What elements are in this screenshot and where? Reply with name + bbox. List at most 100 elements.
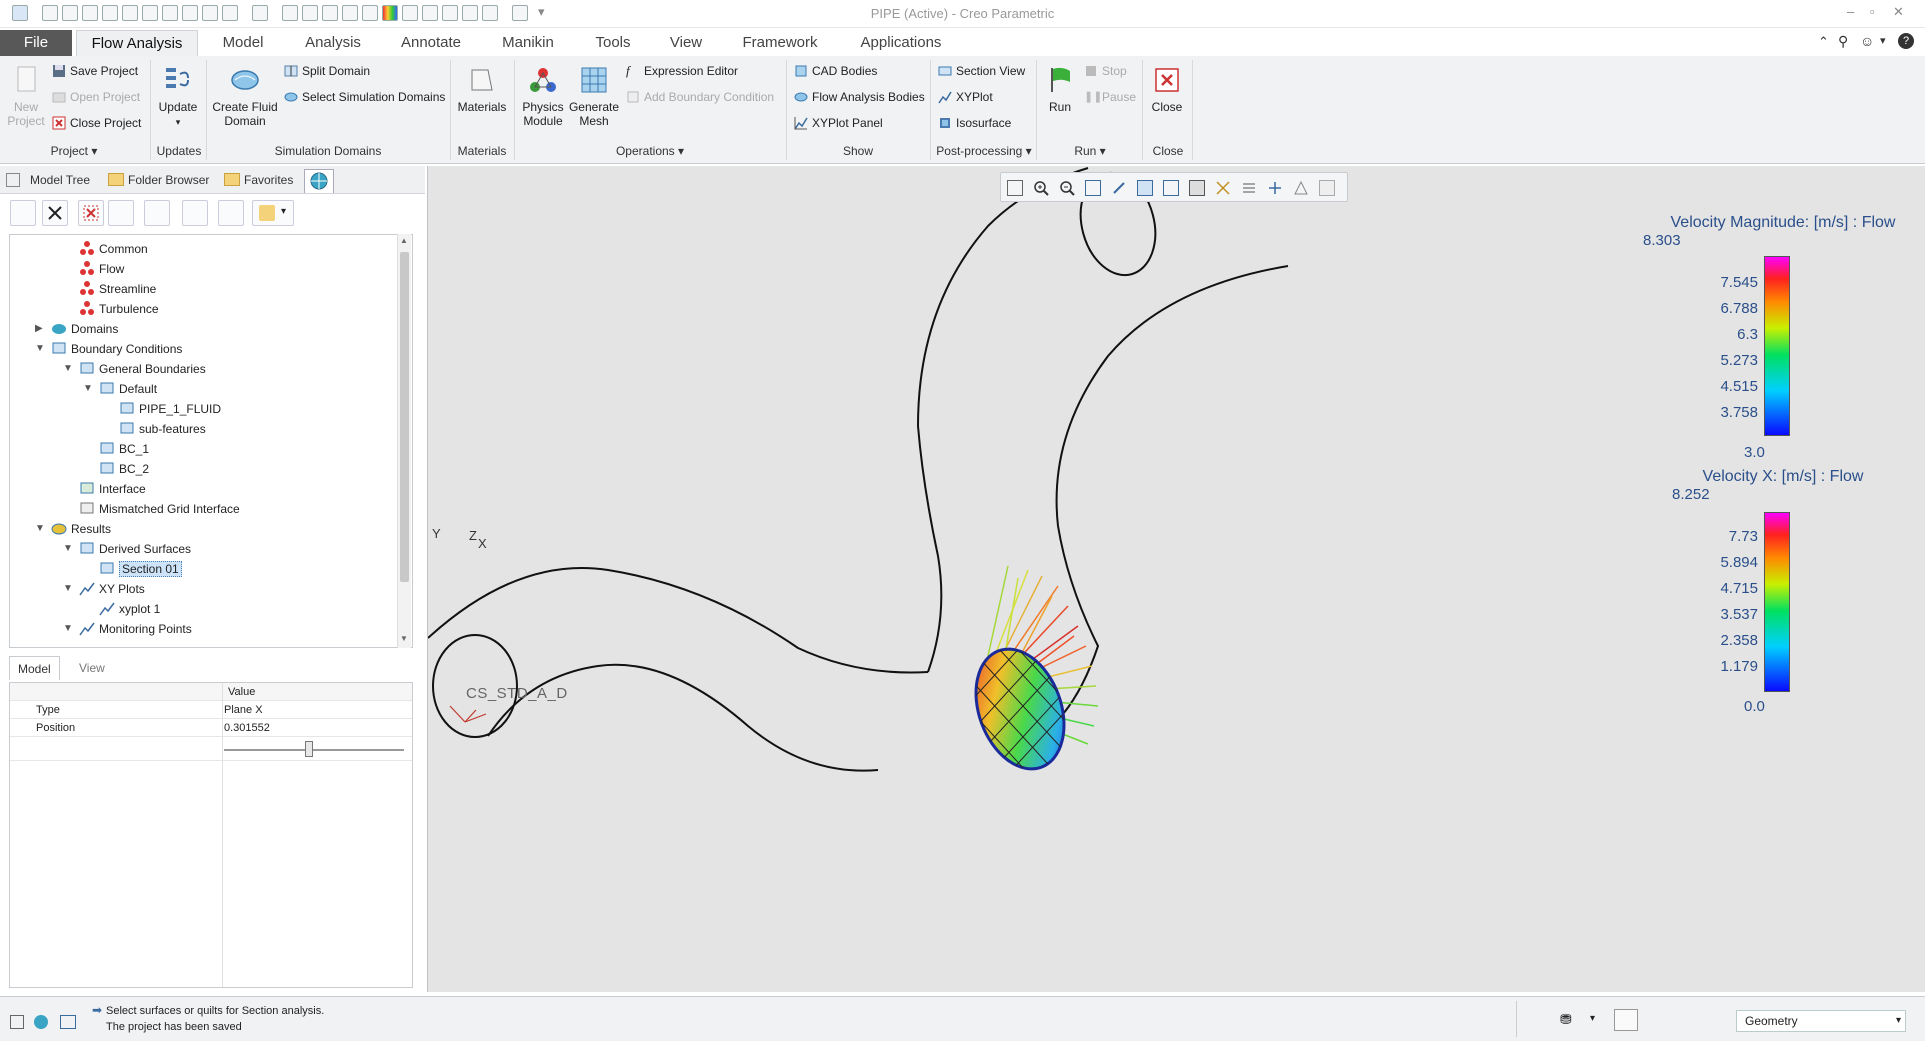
help-icon[interactable]: ?	[1898, 33, 1914, 49]
tab-model-tree[interactable]: Model Tree	[8, 169, 90, 191]
generate-mesh-button[interactable]: Generate Mesh	[568, 62, 620, 128]
xyplot-button[interactable]: XYPlot	[936, 88, 993, 106]
tab-annotate[interactable]: Annotate	[388, 30, 474, 56]
tree-item-domains[interactable]: ▶ Domains	[35, 319, 118, 339]
appearance-icon[interactable]	[1319, 180, 1335, 196]
zoom-out-icon[interactable]	[1059, 180, 1075, 196]
refit-icon[interactable]	[1007, 180, 1023, 196]
close-project-button[interactable]: Close Project	[50, 114, 141, 132]
tab-flow-analysis-tree[interactable]	[304, 169, 334, 193]
collapse-icon[interactable]: ▼	[83, 379, 95, 399]
physics-module-button[interactable]: Physics Module	[518, 62, 568, 128]
window-toggle-icon[interactable]	[60, 1015, 76, 1029]
operations-group-label[interactable]: Operations ▾	[516, 144, 784, 162]
flow-analysis-bodies-button[interactable]: Flow Analysis Bodies	[792, 88, 925, 106]
find-dropdown-icon[interactable]: ▾	[1590, 1013, 1595, 1024]
tree-item-xyplot-1[interactable]: xyplot 1	[99, 599, 160, 619]
project-group-label[interactable]: Project ▾	[0, 144, 148, 162]
graphics-viewport[interactable]: Y Z X CS_STD_A_D Velocity Magnitude: [m/…	[427, 166, 1925, 992]
tree-item-pipe-1-fluid[interactable]: PIPE_1_FLUID	[119, 399, 221, 419]
selection-filter-select[interactable]: Geometry ▾	[1736, 1010, 1906, 1032]
maximize-button[interactable]: ▫	[1870, 4, 1875, 19]
open-project-button[interactable]: Open Project	[50, 88, 140, 106]
post-processing-group-label[interactable]: Post-processing ▾	[932, 144, 1036, 162]
section-view-button[interactable]: Section View	[936, 62, 1025, 80]
datum-display-icon[interactable]	[1241, 180, 1257, 196]
tab-favorites[interactable]: Favorites	[222, 169, 293, 191]
collapse-icon[interactable]: ▼	[35, 339, 47, 359]
tab-prop-model[interactable]: Model	[9, 656, 60, 680]
tree-filter-dropdown[interactable]: ▾	[252, 200, 294, 226]
scroll-up-icon[interactable]: ▲	[400, 236, 408, 245]
tree-item-flow[interactable]: Flow	[79, 259, 124, 279]
tree-item-xy-plots[interactable]: ▼ XY Plots	[63, 579, 145, 599]
split-domain-button[interactable]: Split Domain	[282, 62, 370, 80]
annotation-display-icon[interactable]	[1267, 180, 1283, 196]
tree-expand-icon[interactable]	[108, 200, 134, 226]
tree-tool-show-icon[interactable]	[10, 200, 36, 226]
expression-editor-button[interactable]: f Expression Editor	[624, 62, 738, 80]
tab-view[interactable]: View	[656, 30, 716, 56]
tab-folder-browser[interactable]: Folder Browser	[106, 169, 209, 191]
tree-item-bc-1[interactable]: BC_1	[99, 439, 149, 459]
tree-item-general-boundaries[interactable]: ▼ General Boundaries	[63, 359, 206, 379]
close-button-ribbon[interactable]: Close	[1146, 62, 1188, 114]
close-button[interactable]: ✕	[1893, 4, 1904, 20]
position-slider-thumb[interactable]	[304, 741, 313, 757]
tree-item-turbulence[interactable]: Turbulence	[79, 299, 159, 319]
tab-applications[interactable]: Applications	[846, 30, 956, 56]
navigator-toggle-icon[interactable]	[10, 1015, 24, 1029]
tree-item-default[interactable]: ▼ Default	[83, 379, 157, 399]
tree-item-sub-features[interactable]: sub-features	[119, 419, 206, 439]
tab-model[interactable]: Model	[204, 30, 282, 56]
tree-scrollbar[interactable]: ▲ ▼	[397, 234, 411, 648]
add-boundary-condition-button[interactable]: Add Boundary Condition	[624, 88, 774, 106]
collapse-icon[interactable]: ▼	[63, 619, 75, 639]
tree-settings-icon[interactable]	[182, 200, 208, 226]
tab-manikin[interactable]: Manikin	[486, 30, 570, 56]
tree-delete-icon[interactable]	[42, 200, 68, 226]
isosurface-button[interactable]: Isosurface	[936, 114, 1011, 132]
tree-item-bc-2[interactable]: BC_2	[99, 459, 149, 479]
collapse-icon[interactable]: ▼	[63, 579, 75, 599]
tab-tools[interactable]: Tools	[580, 30, 646, 56]
collapse-icon[interactable]: ▼	[63, 539, 75, 559]
collapse-icon[interactable]: ▼	[63, 359, 75, 379]
minimize-button[interactable]: –	[1847, 4, 1854, 19]
scroll-down-icon[interactable]: ▼	[400, 634, 408, 643]
spin-icon[interactable]	[1293, 180, 1309, 196]
save-project-button[interactable]: Save Project	[50, 62, 138, 80]
tab-file[interactable]: File	[0, 30, 72, 56]
select-simulation-domains-button[interactable]: Select Simulation Domains	[282, 88, 445, 106]
run-button[interactable]: Run	[1040, 62, 1080, 114]
tree-columns-icon[interactable]	[218, 200, 244, 226]
display-style-icon[interactable]	[1137, 180, 1153, 196]
tab-flow-analysis[interactable]: Flow Analysis	[76, 30, 198, 56]
user-dropdown-icon[interactable]: ▾	[1880, 34, 1886, 47]
position-slider-track[interactable]	[224, 749, 404, 751]
spin-center-icon[interactable]	[1111, 180, 1127, 196]
user-icon[interactable]: ☺	[1860, 33, 1874, 49]
tree-item-monitoring-points[interactable]: ▼ Monitoring Points	[63, 619, 192, 639]
selection-filter-icon[interactable]	[1614, 1009, 1638, 1031]
tree-item-results[interactable]: ▼ Results	[35, 519, 111, 539]
tree-item-boundary-conditions[interactable]: ▼ Boundary Conditions	[35, 339, 182, 359]
materials-button[interactable]: Materials	[454, 62, 510, 114]
expand-icon[interactable]: ▶	[35, 319, 47, 339]
tab-analysis[interactable]: Analysis	[290, 30, 376, 56]
tree-item-interface[interactable]: Interface	[79, 479, 146, 499]
update-button[interactable]: Update ▾	[154, 62, 202, 129]
tree-collapse-icon[interactable]	[144, 200, 170, 226]
tree-item-common[interactable]: Common	[79, 239, 148, 259]
view-manager-icon[interactable]	[1189, 180, 1205, 196]
tab-framework[interactable]: Framework	[730, 30, 830, 56]
tree-item-derived-surfaces[interactable]: ▼ Derived Surfaces	[63, 539, 191, 559]
globe-status-icon[interactable]	[34, 1015, 48, 1029]
pause-button[interactable]: ❚❚ Pause	[1082, 88, 1136, 106]
stop-button[interactable]: Stop	[1082, 62, 1127, 80]
tree-item-section-01[interactable]: Section 01	[99, 559, 182, 579]
tree-delete-all-icon[interactable]	[78, 200, 104, 226]
create-fluid-domain-button[interactable]: Create Fluid Domain	[210, 62, 280, 128]
new-project-button[interactable]: New Project	[4, 62, 48, 128]
perspective-icon[interactable]	[1215, 180, 1231, 196]
